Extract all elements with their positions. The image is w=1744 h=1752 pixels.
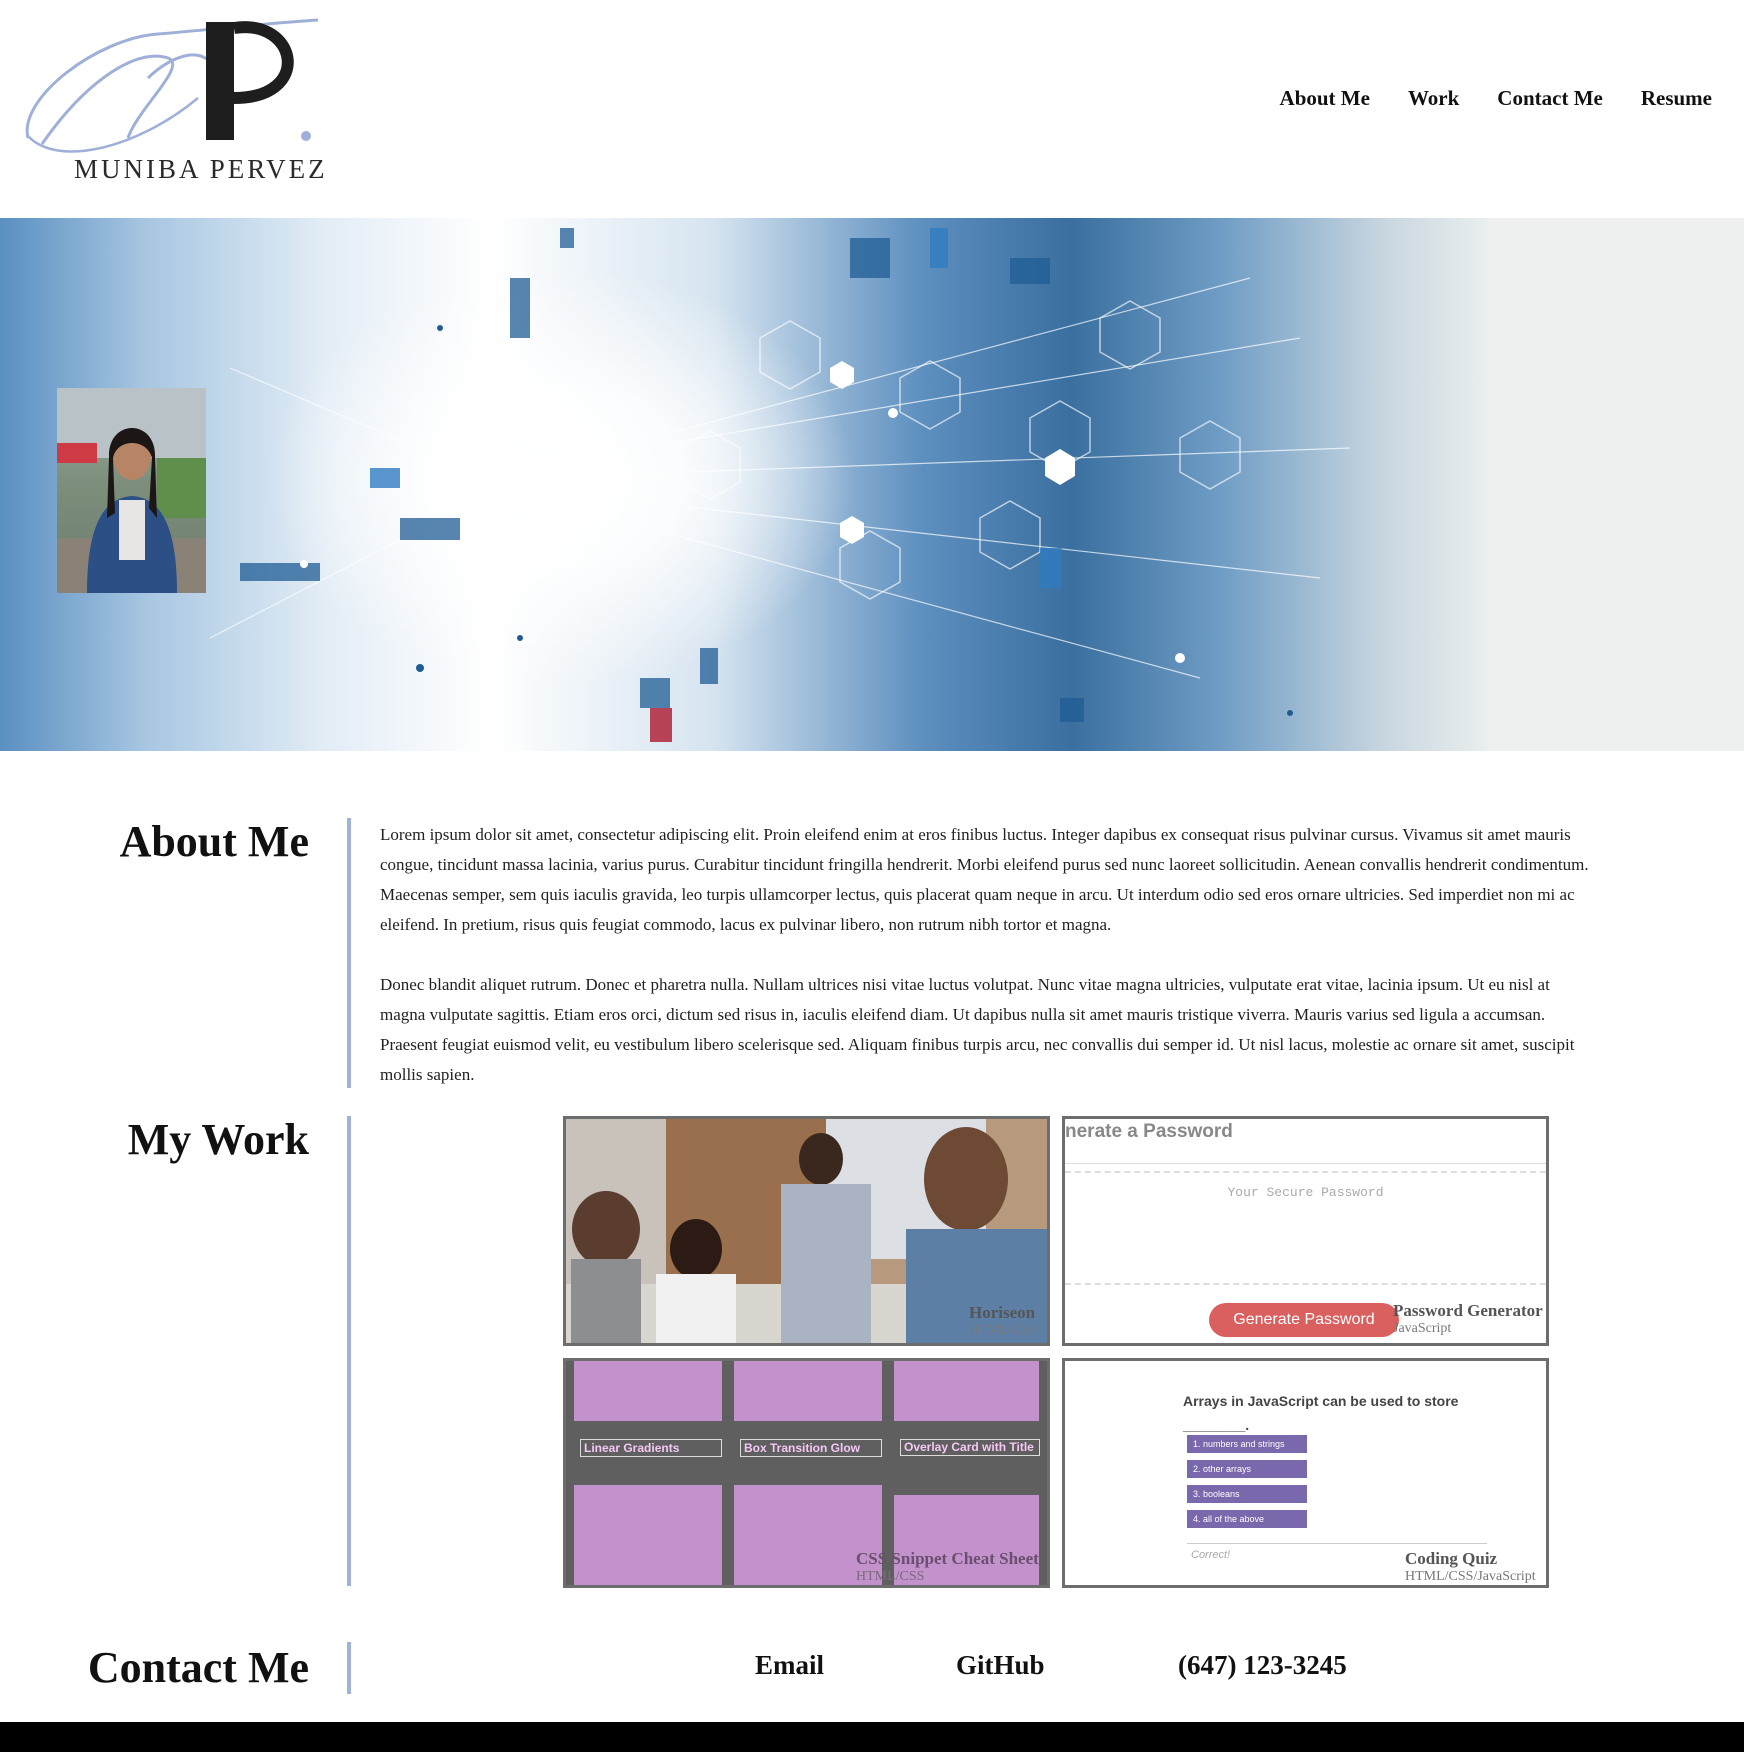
project-title: Coding Quiz xyxy=(1405,1549,1498,1568)
nav-resume[interactable]: Resume xyxy=(1641,86,1712,111)
snippet-card-title: Box Transition Glow xyxy=(740,1439,882,1457)
snippet-card-title: Overlay Card with Title xyxy=(900,1439,1040,1456)
phone-link[interactable]: (647) 123-3245 xyxy=(1178,1650,1347,1681)
project-caption: Password Generator JavaScript xyxy=(1393,1301,1543,1337)
quiz-option: 3. booleans xyxy=(1187,1485,1307,1503)
project-card-password-generator[interactable]: nerate a Password Your Secure Password G… xyxy=(1062,1116,1549,1346)
about-paragraph: Lorem ipsum dolor sit amet, consectetur … xyxy=(380,825,1589,934)
preview-placeholder: Your Secure Password xyxy=(1227,1185,1384,1200)
nav-work[interactable]: Work xyxy=(1408,86,1459,111)
quiz-option: 2. other arrays xyxy=(1187,1460,1307,1478)
about-divider xyxy=(347,818,351,1088)
project-card-css-snippet-cheat-sheet[interactable]: Linear Gradients Box Transition Glow Ove… xyxy=(563,1358,1050,1588)
project-tech: HTML/CSS/JavaScript xyxy=(1405,1569,1536,1584)
snippet-code-block xyxy=(894,1361,1039,1421)
preview-divider xyxy=(1065,1163,1546,1164)
project-caption: Coding Quiz HTML/CSS/JavaScript xyxy=(1405,1549,1536,1585)
project-title: Horiseon xyxy=(969,1303,1036,1322)
quiz-divider xyxy=(1187,1543,1487,1544)
project-caption: CSS Snippet Cheat Sheet HTML/CSS xyxy=(856,1549,1039,1585)
project-title: CSS Snippet Cheat Sheet xyxy=(856,1549,1039,1568)
snippet-code-block xyxy=(574,1361,722,1421)
email-link[interactable]: Email xyxy=(755,1650,824,1681)
main-nav: About Me Work Contact Me Resume xyxy=(1280,86,1712,111)
preview-textarea: Your Secure Password xyxy=(1065,1171,1546,1285)
project-card-horiseon[interactable]: Horiseon HTML/CSS xyxy=(563,1116,1050,1346)
work-heading: My Work xyxy=(127,1115,309,1164)
about-paragraph: Donec blandit aliquet rutrum. Donec et p… xyxy=(380,975,1575,1084)
project-tech: JavaScript xyxy=(1393,1321,1452,1336)
snippet-card-title: Linear Gradients xyxy=(580,1439,722,1457)
hero-banner xyxy=(0,218,1744,751)
project-caption: Horiseon HTML/CSS xyxy=(969,1303,1037,1339)
project-tech: HTML/CSS xyxy=(856,1569,925,1584)
github-link[interactable]: GitHub xyxy=(956,1650,1045,1681)
page-footer xyxy=(0,1722,1744,1752)
preview-heading: nerate a Password xyxy=(1065,1121,1233,1142)
quiz-option: 4. all of the above xyxy=(1187,1510,1307,1528)
nav-about[interactable]: About Me xyxy=(1280,86,1370,111)
work-divider xyxy=(347,1116,351,1586)
portrait-image xyxy=(57,388,206,593)
project-card-coding-quiz[interactable]: Arrays in JavaScript can be used to stor… xyxy=(1062,1358,1549,1588)
contact-divider xyxy=(347,1642,351,1694)
snippet-code-block xyxy=(734,1361,882,1421)
project-tech: HTML/CSS xyxy=(969,1323,1038,1338)
site-logo[interactable]: MUNIBA PERVEZ xyxy=(18,18,348,188)
quiz-option: 1. numbers and strings xyxy=(1187,1435,1307,1453)
nav-contact[interactable]: Contact Me xyxy=(1497,86,1603,111)
quiz-question: Arrays in JavaScript can be used to stor… xyxy=(1183,1393,1459,1433)
preview-generate-button: Generate Password xyxy=(1209,1303,1399,1337)
project-title: Password Generator xyxy=(1393,1301,1543,1320)
hero-tech-illustration xyxy=(0,218,1487,751)
contact-heading: Contact Me xyxy=(87,1643,309,1692)
snippet-code-block xyxy=(574,1485,722,1585)
brand-name: MUNIBA PERVEZ xyxy=(74,154,328,184)
about-body: Lorem ipsum dolor sit amet, consectetur … xyxy=(380,820,1590,1120)
circuit-hexagon-graphic xyxy=(209,228,1351,742)
about-heading: About Me xyxy=(119,817,309,866)
quiz-feedback: Correct! xyxy=(1191,1549,1231,1561)
profile-photo xyxy=(57,388,206,593)
